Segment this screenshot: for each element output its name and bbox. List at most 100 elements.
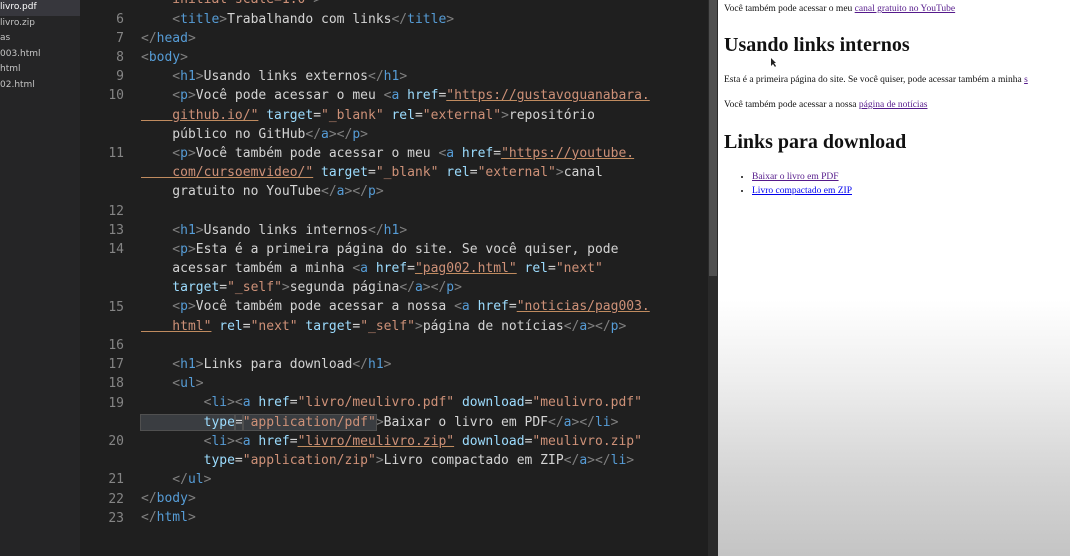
line-number: 14 xyxy=(108,242,124,257)
code-line[interactable]: target="_self">segunda página</a></p> xyxy=(141,278,650,297)
code-line[interactable]: <p>Esta é a primeira página do site. Se … xyxy=(141,240,650,259)
code-area[interactable]: initial-scale=1.0"> <title>Trabalhando c… xyxy=(140,0,650,528)
code-line[interactable]: público no GitHub</a></p> xyxy=(141,125,650,144)
link-download-pdf[interactable]: Baixar o livro em PDF xyxy=(752,172,839,182)
code-line[interactable]: type="application/pdf">Baixar o livro em… xyxy=(140,413,650,432)
paragraph-text: Você também pode acessar a nossa xyxy=(724,100,859,110)
code-token: href xyxy=(477,299,509,315)
code-token: >< xyxy=(227,433,243,449)
code-token: < xyxy=(141,145,181,161)
code-token: a xyxy=(242,395,251,411)
code-line[interactable]: <ul> xyxy=(141,374,650,393)
code-line[interactable]: <body> xyxy=(141,48,650,67)
code-token: ></ xyxy=(344,184,368,200)
code-token: "_self" xyxy=(360,318,415,334)
code-token: </ xyxy=(368,222,384,238)
code-line[interactable]: </body> xyxy=(141,489,650,508)
code-token: "application/zip" xyxy=(242,452,376,468)
file-item[interactable]: html xyxy=(0,62,80,78)
code-line[interactable]: <h1>Links para download</h1> xyxy=(141,355,650,374)
code-token: > xyxy=(195,69,204,85)
code-token: = xyxy=(407,261,415,277)
code-line[interactable]: gratuito no YouTube</a></p> xyxy=(141,182,650,201)
code-token: h1 xyxy=(180,222,196,238)
code-editor[interactable]: 6 7 8 9 10 11 12 13 14 15 16 17 18 19 20 21 22 23 initial… xyxy=(80,0,708,556)
code-token: = xyxy=(548,261,556,277)
code-line[interactable]: acessar também a minha <a href="pag002.h… xyxy=(141,259,650,278)
code-token: > xyxy=(626,452,635,468)
code-token: Trabalhando com links xyxy=(227,11,392,27)
link-youtube[interactable]: canal gratuito no YouTube xyxy=(855,4,955,14)
code-token: > xyxy=(195,356,204,372)
code-line[interactable]: </html> xyxy=(141,508,650,527)
code-token: > xyxy=(187,145,196,161)
code-token: > xyxy=(313,0,321,7)
code-token: </ xyxy=(563,452,580,468)
code-token: > xyxy=(187,241,196,257)
line-number: 9 xyxy=(116,69,124,85)
code-line[interactable]: <p>Você também pode acessar a nossa <a h… xyxy=(141,297,649,316)
code-token: "https://gustavoguanabara. xyxy=(446,88,650,104)
code-token: a xyxy=(321,126,329,142)
code-line[interactable]: </ul> xyxy=(141,470,650,489)
code-token: </ xyxy=(391,11,408,27)
code-token: a xyxy=(336,184,345,200)
preview-paragraph-news: Você também pode acessar a nossa página … xyxy=(724,100,927,110)
code-token: = xyxy=(313,107,322,123)
code-token: = xyxy=(289,433,298,449)
code-line[interactable]: </head> xyxy=(141,29,650,48)
file-item[interactable]: as xyxy=(0,31,80,47)
link-second-page[interactable]: s xyxy=(1024,75,1028,85)
code-token: a xyxy=(446,145,455,161)
code-token: > xyxy=(414,318,423,334)
code-line[interactable]: <p>Você também pode acessar o meu <a hre… xyxy=(141,144,650,163)
code-token: > xyxy=(187,88,196,104)
link-download-zip[interactable]: Livro compactado em ZIP xyxy=(752,186,852,196)
code-token: </ xyxy=(548,414,564,430)
file-item[interactable]: livro.pdf xyxy=(0,0,80,16)
code-line[interactable] xyxy=(141,336,650,355)
code-line[interactable]: type="application/zip">Livro compactado … xyxy=(141,451,650,470)
file-item[interactable]: 02.html xyxy=(0,78,80,94)
code-line[interactable]: <li><a href="livro/meulivro.pdf" downloa… xyxy=(141,393,650,412)
code-token: title xyxy=(180,11,220,27)
code-token: h1 xyxy=(180,69,196,85)
code-line[interactable] xyxy=(141,201,650,220)
code-token: > xyxy=(446,11,455,27)
code-token: > xyxy=(187,510,196,526)
code-line[interactable]: <title>Trabalhando com links</title> xyxy=(141,10,650,29)
code-token: target xyxy=(266,107,314,123)
code-token: body xyxy=(156,491,188,507)
code-line[interactable]: html" rel="next" target="_self">página d… xyxy=(141,317,650,336)
code-token: < xyxy=(141,11,181,27)
file-item[interactable]: livro.zip xyxy=(0,16,80,32)
scrollbar-thumb[interactable] xyxy=(709,0,717,276)
code-line[interactable]: <p>Você pode acessar o meu <a href="http… xyxy=(141,86,650,105)
browser-preview: Você também pode acessar o meu canal gra… xyxy=(718,0,1070,556)
code-line[interactable]: github.io/" target="_blank" rel="externa… xyxy=(141,106,650,125)
code-token: p xyxy=(180,88,188,104)
code-token: repositório xyxy=(508,107,595,123)
file-item[interactable]: 003.html xyxy=(0,47,80,63)
code-line[interactable]: initial-scale=1.0"> xyxy=(141,0,650,10)
line-number: 23 xyxy=(108,510,124,526)
code-token: </ xyxy=(321,184,337,200)
link-news-page[interactable]: página de notícias xyxy=(859,100,928,110)
code-token: > xyxy=(187,299,196,315)
code-token: = xyxy=(234,452,243,468)
heading-internal-links: Usando links internos xyxy=(724,34,910,56)
code-line[interactable]: <li><a href="livro/meulivro.zip" downloa… xyxy=(141,432,650,451)
code-line[interactable]: <h1>Usando links externos</h1> xyxy=(141,67,650,86)
code-token: "pag002.html" xyxy=(414,261,517,277)
code-line[interactable]: com/cursoemvideo/" target="_blank" rel="… xyxy=(141,163,650,182)
code-token: ></ xyxy=(328,126,353,142)
line-number: 7 xyxy=(116,30,124,46)
code-token: = xyxy=(493,145,502,161)
code-token: = xyxy=(219,280,228,296)
code-token: </ xyxy=(305,126,322,142)
editor-scrollbar[interactable] xyxy=(708,0,718,556)
code-line[interactable]: <h1>Usando links internos</h1> xyxy=(141,221,650,240)
code-token: "livro/meulivro.zip" xyxy=(297,433,455,449)
